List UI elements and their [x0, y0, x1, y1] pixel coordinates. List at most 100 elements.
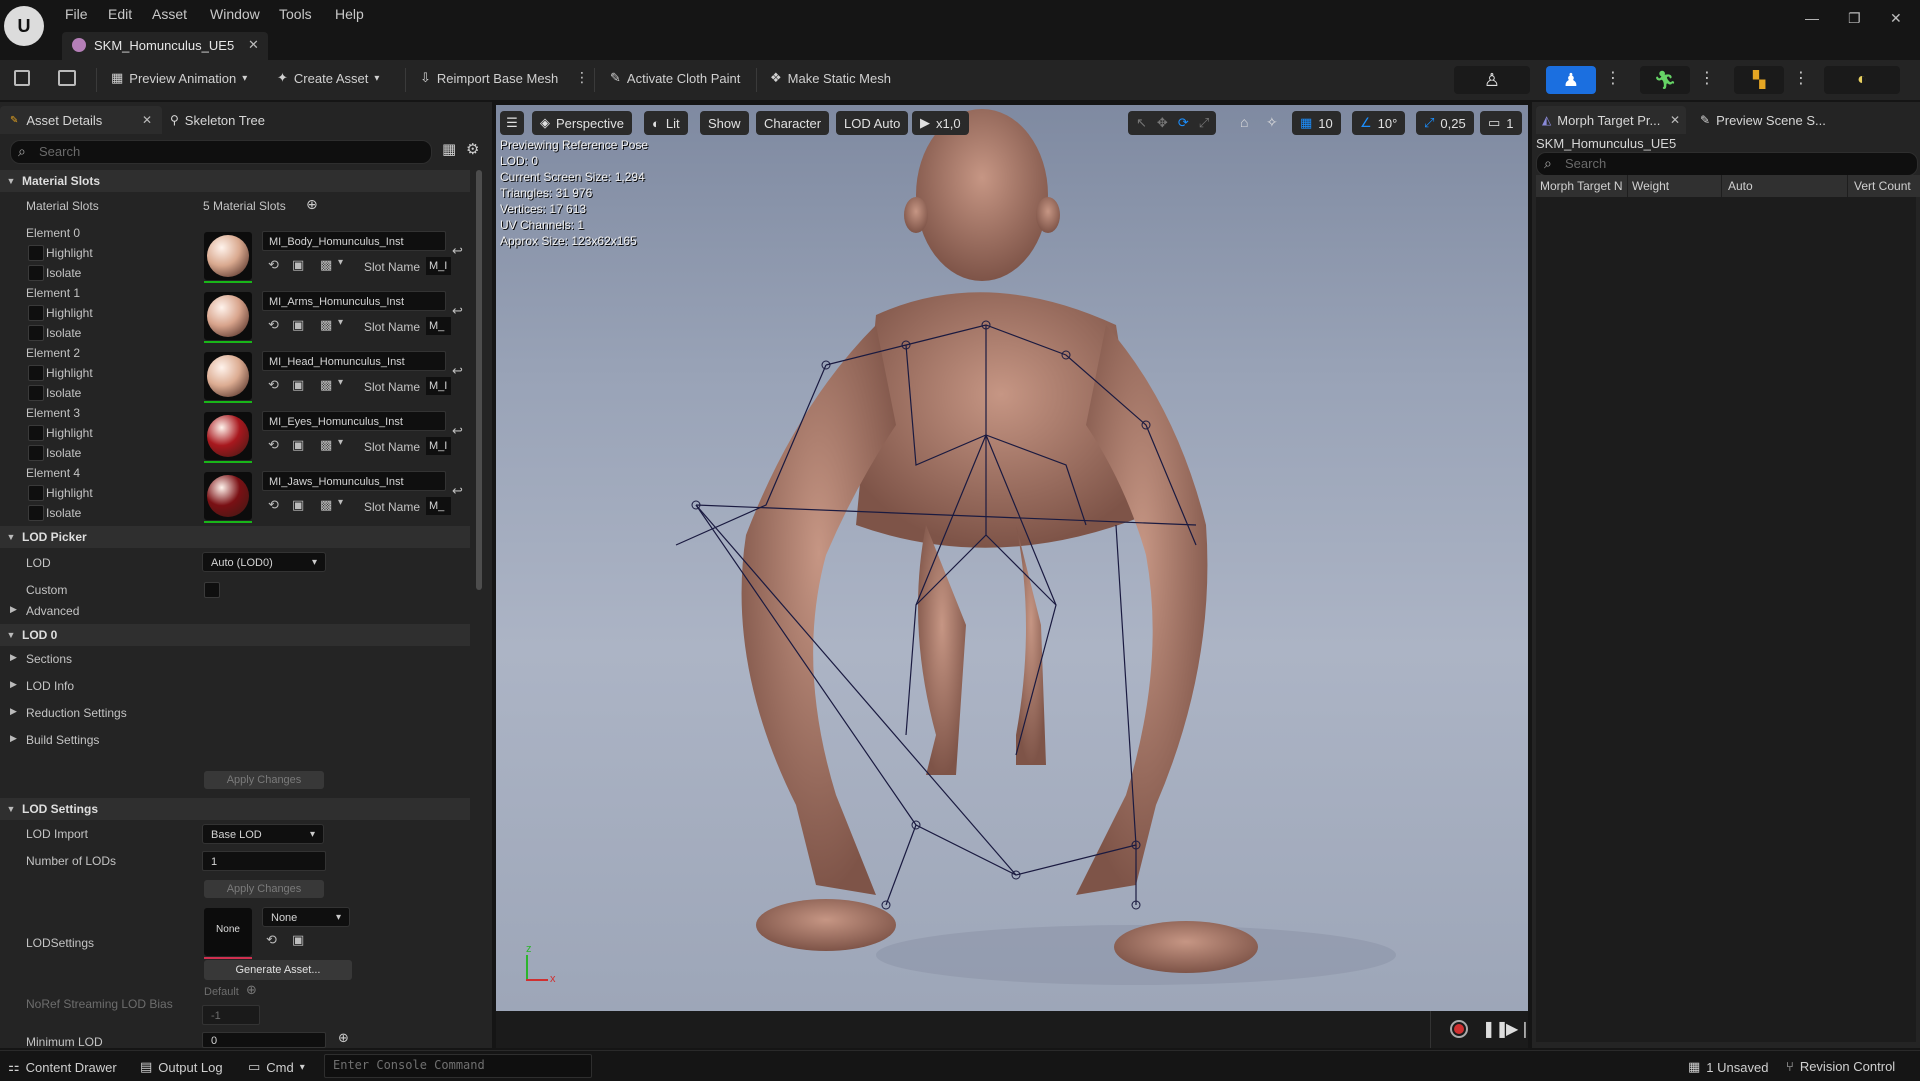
lod-info-row[interactable]: ▶ LOD Info: [0, 673, 470, 700]
content-drawer-button[interactable]: ⚏ Content Drawer: [8, 1059, 117, 1075]
material-name-field[interactable]: MI_Arms_Homunculus_Inst: [262, 291, 446, 311]
slot-name-field[interactable]: M_I: [426, 377, 451, 395]
perspective-button[interactable]: ◈ Perspective: [532, 111, 632, 135]
advanced-row[interactable]: ▶ Advanced: [0, 600, 470, 622]
unreal-logo-icon[interactable]: U: [4, 6, 44, 46]
menu-window[interactable]: Window: [210, 6, 260, 22]
tab-morph-target-preview[interactable]: ◭ Morph Target Pr... ✕: [1536, 106, 1686, 134]
use-selected-icon[interactable]: ⟲: [268, 257, 279, 273]
grid-snap-button[interactable]: ▦ 10: [1292, 111, 1341, 135]
tab-asset-details[interactable]: ✎ Asset Details ✕: [0, 106, 162, 134]
scale-icon[interactable]: ⤢: [1199, 115, 1209, 131]
more-options-icon[interactable]: ⋮: [1793, 68, 1809, 88]
blueprint-mode-button[interactable]: ▚: [1734, 66, 1784, 94]
material-name-field[interactable]: MI_Jaws_Homunculus_Inst: [262, 471, 446, 491]
slot-name-field[interactable]: M_: [426, 497, 451, 515]
build-settings-row[interactable]: ▶ Build Settings: [0, 727, 470, 754]
material-thumbnail[interactable]: [204, 352, 252, 403]
reset-arrow-icon[interactable]: ↩: [452, 243, 463, 259]
playback-speed-button[interactable]: ▶ x1,0: [912, 111, 969, 135]
timeline-track[interactable]: [496, 1011, 1431, 1048]
material-name-field[interactable]: MI_Head_Homunculus_Inst: [262, 351, 446, 371]
browse-folder-icon[interactable]: ▣: [292, 437, 304, 453]
browse-folder-icon[interactable]: ▣: [292, 257, 304, 273]
camera-speed-button[interactable]: ▭ 1: [1480, 111, 1522, 135]
coordinate-space-icon[interactable]: ⌂: [1240, 114, 1248, 130]
preview-animation-button[interactable]: ▦ Preview Animation ▾: [111, 70, 247, 86]
close-tab-icon[interactable]: ✕: [142, 113, 152, 127]
lod-import-dropdown[interactable]: Base LOD ▾: [202, 824, 324, 844]
browse-folder-icon[interactable]: ▣: [292, 497, 304, 513]
use-selected-icon[interactable]: ⟲: [268, 317, 279, 333]
unsaved-button[interactable]: ▦ 1 Unsaved: [1688, 1059, 1768, 1075]
use-selected-icon[interactable]: ⟲: [266, 932, 277, 948]
highlight-checkbox[interactable]: [28, 425, 44, 441]
reimport-base-mesh-button[interactable]: ⇩ Reimport Base Mesh: [420, 70, 558, 86]
make-static-mesh-button[interactable]: ❖ Make Static Mesh: [770, 70, 891, 86]
add-override-icon[interactable]: ⊕: [338, 1030, 349, 1046]
morph-search-input[interactable]: ⌕ Search: [1536, 152, 1918, 176]
highlight-checkbox[interactable]: [28, 485, 44, 501]
select-icon[interactable]: ↖: [1136, 115, 1147, 131]
section-lod0[interactable]: ▼ LOD 0: [0, 624, 470, 646]
physics-mode-button[interactable]: ◐: [1824, 66, 1900, 94]
pause-icon[interactable]: ❚❚: [1482, 1019, 1509, 1039]
more-options-icon[interactable]: ⋮: [575, 69, 589, 86]
isolate-checkbox[interactable]: [28, 325, 44, 341]
close-tab-icon[interactable]: ✕: [1670, 113, 1680, 127]
number-of-lods-input[interactable]: 1: [202, 851, 326, 871]
checker-icon[interactable]: ▩: [320, 497, 332, 513]
more-options-icon[interactable]: ⋮: [1699, 68, 1715, 88]
activate-cloth-paint-button[interactable]: ✎ Activate Cloth Paint: [610, 70, 740, 86]
reset-arrow-icon[interactable]: ↩: [452, 483, 463, 499]
column-vert-count[interactable]: Vert Count: [1848, 175, 1920, 197]
restore-icon[interactable]: ❐: [1848, 10, 1861, 27]
more-options-icon[interactable]: ⋮: [1605, 68, 1621, 88]
chevron-down-icon[interactable]: ▾: [338, 257, 343, 268]
surface-snap-icon[interactable]: ✧: [1266, 114, 1278, 131]
chevron-down-icon[interactable]: ▾: [338, 317, 343, 328]
browse-icon[interactable]: [58, 70, 76, 86]
lod-dropdown[interactable]: Auto (LOD0) ▾: [202, 552, 326, 572]
morph-target-list[interactable]: [1536, 197, 1916, 1042]
reset-arrow-icon[interactable]: ↩: [452, 423, 463, 439]
material-thumbnail[interactable]: [204, 292, 252, 343]
menu-asset[interactable]: Asset: [152, 6, 187, 22]
highlight-checkbox[interactable]: [28, 305, 44, 321]
section-lod-picker[interactable]: ▼ LOD Picker: [0, 526, 470, 548]
reset-arrow-icon[interactable]: ↩: [452, 363, 463, 379]
animation-mode-button[interactable]: 🏃︎: [1640, 66, 1690, 94]
reset-arrow-icon[interactable]: ↩: [452, 303, 463, 319]
revision-control-button[interactable]: ⑂ Revision Control: [1786, 1059, 1895, 1074]
apply-changes-button[interactable]: Apply Changes: [204, 880, 324, 898]
scale-snap-button[interactable]: ⤢ 0,25: [1416, 111, 1474, 135]
chevron-down-icon[interactable]: ▾: [338, 377, 343, 388]
gear-icon[interactable]: ⚙: [466, 140, 479, 158]
material-name-field[interactable]: MI_Body_Homunculus_Inst: [262, 231, 446, 251]
rotate-icon[interactable]: ⟳: [1178, 115, 1189, 131]
chevron-down-icon[interactable]: ▾: [338, 437, 343, 448]
tab-preview-scene-settings[interactable]: ✎ Preview Scene S...: [1696, 106, 1856, 134]
column-morph-target-name[interactable]: Morph Target N: [1536, 175, 1628, 197]
reduction-settings-row[interactable]: ▶ Reduction Settings: [0, 700, 470, 727]
show-button[interactable]: Show: [700, 111, 749, 135]
close-tab-icon[interactable]: ✕: [248, 37, 259, 53]
preview-viewport[interactable]: ☰ ◈ Perspective ◐ Lit Show Character LOD…: [496, 105, 1528, 1011]
add-slot-icon[interactable]: ⊕: [306, 196, 318, 213]
save-icon[interactable]: [14, 70, 30, 86]
lodsettings-thumbnail[interactable]: None: [204, 908, 252, 959]
minimize-icon[interactable]: —: [1805, 10, 1819, 26]
output-log-button[interactable]: ▤ Output Log: [140, 1059, 223, 1075]
column-weight[interactable]: Weight: [1628, 175, 1722, 197]
section-material-slots[interactable]: ▼ Material Slots: [0, 170, 470, 192]
browse-folder-icon[interactable]: ▣: [292, 377, 304, 393]
use-selected-icon[interactable]: ⟲: [268, 437, 279, 453]
browse-folder-icon[interactable]: ▣: [292, 932, 304, 948]
menu-tools[interactable]: Tools: [279, 6, 312, 22]
highlight-checkbox[interactable]: [28, 365, 44, 381]
material-thumbnail[interactable]: [204, 412, 252, 463]
tab-skeleton-tree[interactable]: ⚲ Skeleton Tree: [168, 106, 298, 134]
use-selected-icon[interactable]: ⟲: [268, 497, 279, 513]
cmd-dropdown[interactable]: ▭ Cmd ▾: [248, 1059, 305, 1075]
section-lod-settings[interactable]: ▼ LOD Settings: [0, 798, 470, 820]
